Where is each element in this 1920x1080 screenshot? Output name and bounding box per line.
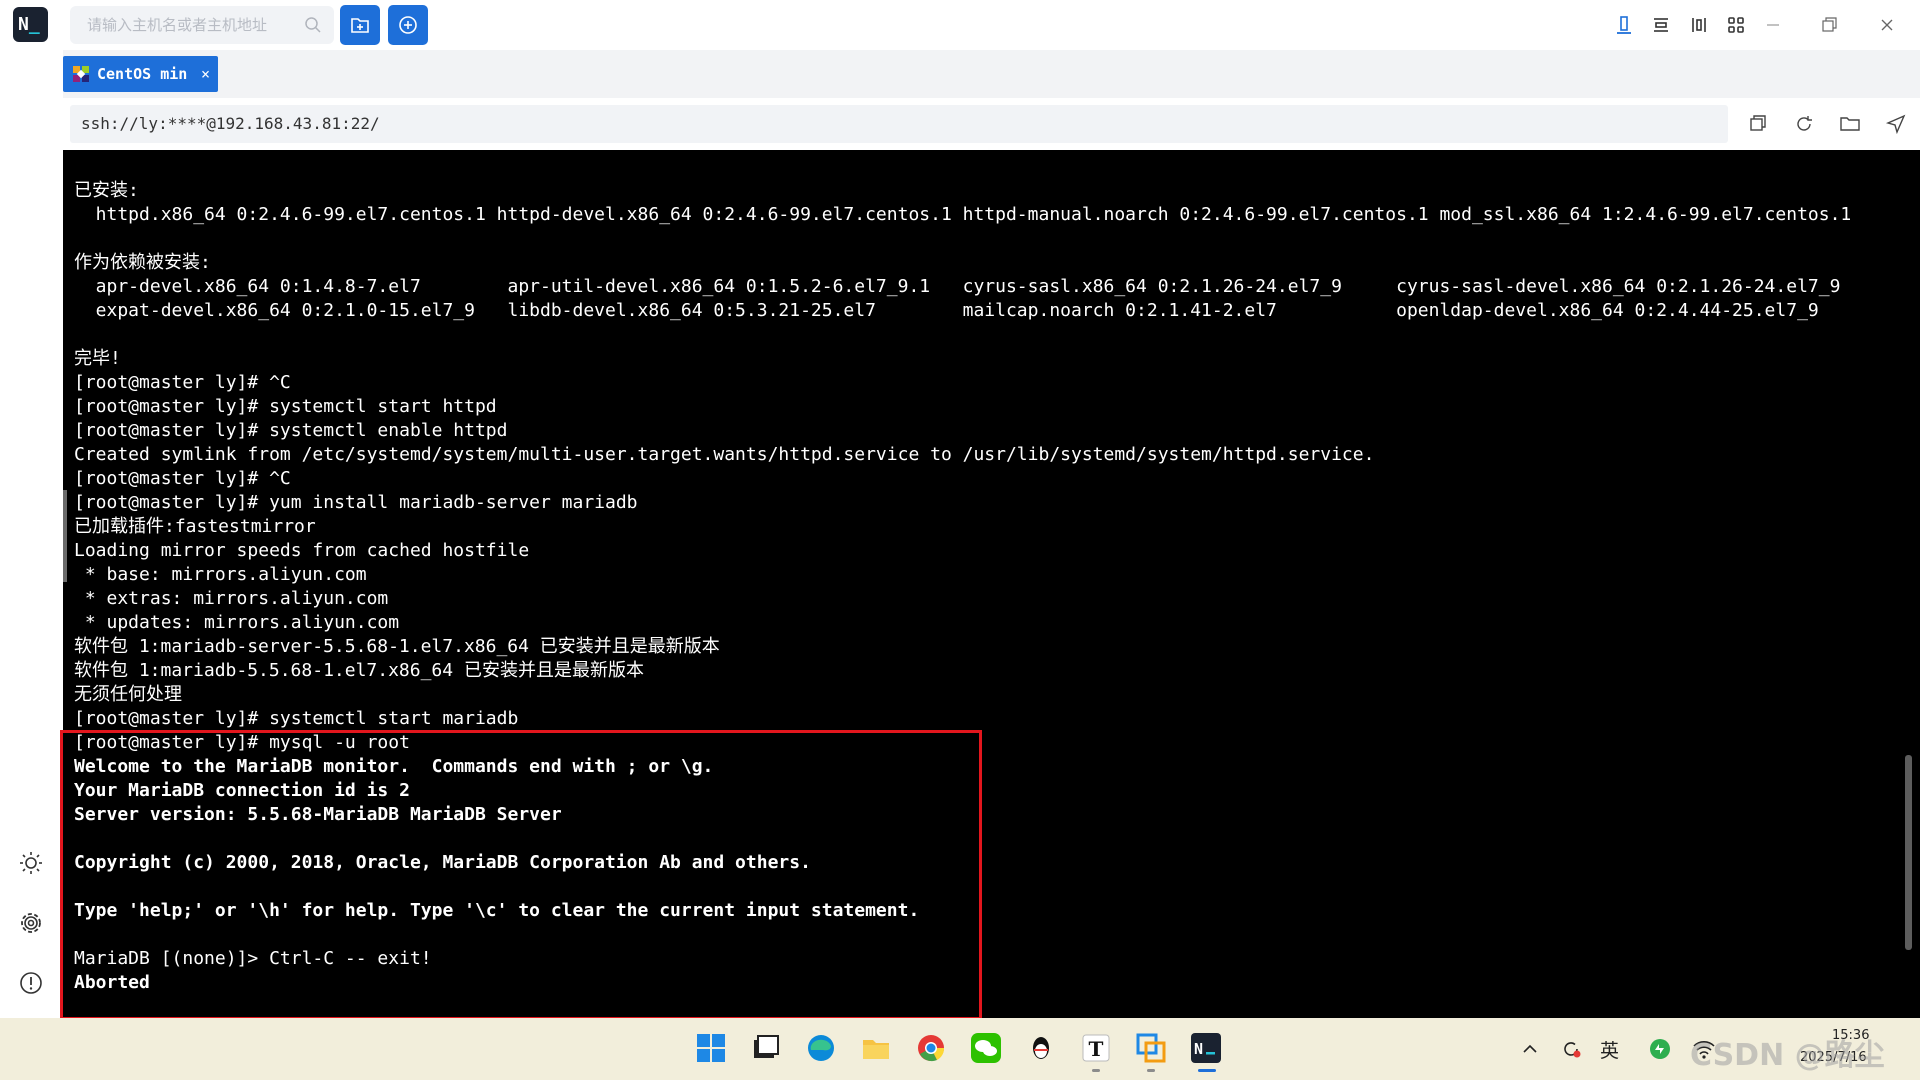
session-tab-strip: CentOS min × — [63, 50, 1920, 98]
file-explorer-window-icon[interactable] — [750, 1032, 782, 1064]
layout-grid-button[interactable] — [1723, 12, 1749, 38]
svg-text:N: N — [1194, 1040, 1203, 1058]
left-scroll-marker — [63, 490, 67, 582]
running-indicator — [1092, 1069, 1100, 1072]
tab-close-icon[interactable]: × — [201, 56, 210, 92]
restore-button[interactable] — [1816, 12, 1842, 38]
csdn-watermark: CSDN @路尘 — [1690, 1038, 1885, 1073]
terminal-line: 无须任何处理 — [74, 684, 182, 705]
restore-icon — [1822, 17, 1837, 32]
info-icon[interactable] — [18, 970, 44, 996]
svg-text:T: T — [1089, 1037, 1104, 1061]
edge-icon[interactable] — [805, 1032, 837, 1064]
sync-tray-icon[interactable] — [1560, 1038, 1582, 1060]
terminal-line: apr-devel.x86_64 0:1.4.8-7.el7 apr-util-… — [74, 276, 1841, 297]
layout-single-icon — [1617, 16, 1631, 34]
terminal-line: 软件包 1:mariadb-5.5.68-1.el7.x86_64 已安装并且是… — [74, 660, 644, 681]
side-toolbar — [0, 50, 63, 1018]
terminal-line: [root@master ly]# systemctl start httpd — [74, 396, 497, 417]
minimize-button[interactable] — [1760, 12, 1786, 38]
theme-sun-icon[interactable] — [18, 850, 44, 876]
terminal-line: httpd.x86_64 0:2.4.6-99.el7.centos.1 htt… — [74, 204, 1852, 225]
send-icon[interactable] — [1884, 112, 1908, 136]
windows-taskbar — [0, 1018, 1920, 1080]
terminal-scrollbar[interactable] — [1905, 755, 1912, 950]
layout-columns-button[interactable] — [1686, 12, 1712, 38]
sftp-folder-icon[interactable] — [1838, 112, 1862, 136]
layout-rows-button[interactable] — [1648, 12, 1674, 38]
search-icon[interactable] — [304, 16, 322, 34]
settings-gear-icon[interactable] — [18, 910, 44, 936]
new-folder-icon — [351, 18, 369, 33]
running-indicator — [1147, 1069, 1155, 1072]
network-app-icon[interactable] — [1135, 1032, 1167, 1064]
terminal-line: [root@master ly]# ^C — [74, 372, 291, 393]
close-icon — [1881, 19, 1893, 31]
terminal-line: * extras: mirrors.aliyun.com — [74, 588, 389, 609]
terminal-line: 已安装: — [74, 180, 139, 201]
app-logo: N_ — [13, 7, 48, 42]
layout-single-button[interactable] — [1611, 12, 1637, 38]
green-app-tray-icon[interactable] — [1649, 1038, 1671, 1060]
search-input[interactable] — [70, 6, 300, 44]
add-session-icon — [399, 16, 417, 34]
terminal-line: 作为依赖被安装: — [74, 252, 211, 273]
layout-columns-icon — [1692, 18, 1706, 32]
tray-chevron-up-icon[interactable] — [1521, 1040, 1539, 1058]
close-button[interactable] — [1874, 12, 1900, 38]
add-session-button[interactable] — [388, 5, 428, 45]
typora-icon[interactable]: T — [1080, 1032, 1112, 1064]
terminal-line: 软件包 1:mariadb-server-5.5.68-1.el7.x86_64… — [74, 636, 720, 657]
terminal-line: [root@master ly]# systemctl enable httpd — [74, 420, 508, 441]
tab-label: CentOS min — [97, 65, 188, 83]
search-box[interactable] — [70, 6, 334, 44]
terminal-line: expat-devel.x86_64 0:2.1.0-15.el7_9 libd… — [74, 300, 1819, 321]
minimize-icon — [1767, 24, 1779, 26]
terminal-line: [root@master ly]# ^C — [74, 468, 291, 489]
chrome-icon[interactable] — [915, 1032, 947, 1064]
terminal-line: Created symlink from /etc/systemd/system… — [74, 444, 1375, 465]
mysql-session-highlight — [60, 730, 982, 1020]
active-indicator — [1198, 1069, 1216, 1072]
wechat-icon[interactable] — [970, 1032, 1002, 1064]
terminal-line: * updates: mirrors.aliyun.com — [74, 612, 400, 633]
input-language-indicator[interactable]: 英 — [1600, 1036, 1619, 1063]
terminal-app-icon[interactable]: N — [1190, 1032, 1222, 1064]
copy-icon[interactable] — [1746, 112, 1770, 136]
layout-grid-icon — [1728, 17, 1744, 33]
centos-logo-icon — [73, 66, 89, 82]
refresh-icon[interactable] — [1792, 112, 1816, 136]
terminal-line: 完毕! — [74, 348, 121, 369]
qq-icon[interactable] — [1025, 1032, 1057, 1064]
top-bar: N_ — [0, 0, 1920, 50]
layout-rows-icon — [1654, 18, 1668, 32]
terminal-line: * base: mirrors.aliyun.com — [74, 564, 367, 585]
terminal-line: 已加载插件:fastestmirror — [74, 516, 316, 537]
terminal-line: Loading mirror speeds from cached hostfi… — [74, 540, 530, 561]
terminal-line: [root@master ly]# systemctl start mariad… — [74, 708, 519, 729]
terminal-line: [root@master ly]# yum install mariadb-se… — [74, 492, 638, 513]
address-bar: ssh://ly:****@192.168.43.81:22/ — [63, 98, 1920, 150]
windows-start-icon[interactable] — [695, 1032, 727, 1064]
tab-centos-min[interactable]: CentOS min × — [63, 56, 218, 92]
ssh-address-field[interactable]: ssh://ly:****@192.168.43.81:22/ — [70, 105, 1728, 143]
folder-icon[interactable] — [860, 1032, 892, 1064]
new-folder-button[interactable] — [340, 5, 380, 45]
